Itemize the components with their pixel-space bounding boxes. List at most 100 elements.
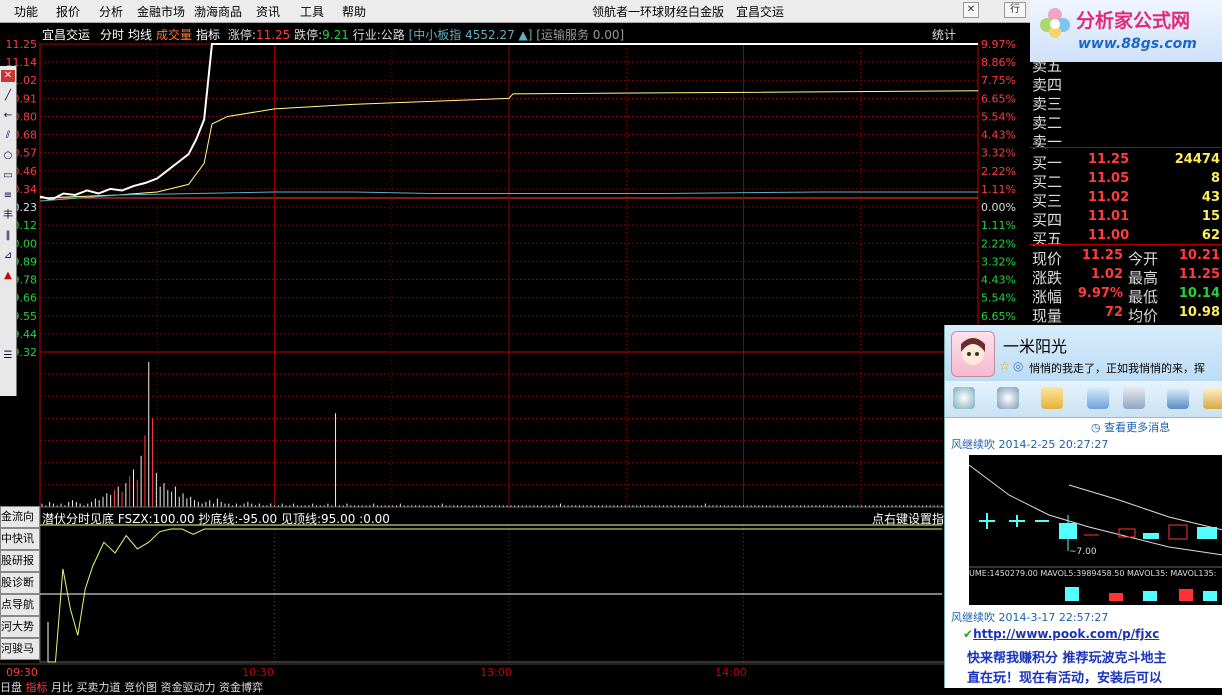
drawing-toolbar: ✕ ╱ ← ⫽ ○ ▭ ≡ 丰 ‖ ⊿ ▲ ☰: [0, 66, 17, 396]
stat-value: 10.98: [1178, 305, 1220, 320]
y-tick-right: 7.75%: [981, 74, 1016, 87]
check-icon: ✔: [963, 627, 974, 641]
arrow-up-tool-icon[interactable]: ▲: [1, 270, 15, 282]
camera-icon[interactable]: [953, 387, 975, 409]
y-tick-right: 8.86%: [981, 56, 1016, 69]
circle-tool-icon[interactable]: ○: [1, 150, 15, 162]
y-tick-right: 6.65%: [981, 310, 1016, 323]
left-tab-item[interactable]: 股诊断: [0, 572, 40, 594]
x-tick: 14:00: [715, 666, 747, 679]
message-image-price: ~7.00: [1069, 547, 1097, 557]
chat-status: 悄悄的我走了，正如我悄悄的来，挥: [1029, 362, 1205, 375]
ask-label: 卖一: [1032, 133, 1063, 151]
x-tick: 10:30: [242, 666, 274, 679]
bid-volume: 8: [1210, 171, 1220, 186]
chat-contact-name: 一米阳光: [1003, 337, 1068, 356]
y-tick-right: 5.54%: [981, 292, 1016, 305]
message-header-1: 风继续吹 2014-2-25 20:27:27: [951, 438, 1109, 451]
folder-icon[interactable]: [1041, 387, 1063, 409]
list-tool-icon[interactable]: ☰: [1, 350, 15, 362]
bid-price: 11.05: [1088, 171, 1130, 186]
star-icon: ☆: [999, 359, 1010, 373]
logo-title: 分析家公式网: [1076, 10, 1191, 32]
order-book-divider: [1030, 244, 1222, 245]
message-icon[interactable]: [1087, 387, 1109, 409]
message-image-kline[interactable]: ~7.00 UME:1450279.00 MAVOL5:3989458.50 M…: [969, 455, 1222, 605]
chat-header: 一米阳光 ☆ ◎ 悄悄的我走了，正如我悄悄的来，挥: [945, 325, 1222, 381]
y-tick-right: 1.11%: [981, 183, 1016, 196]
y-tick-right: 4.43%: [981, 129, 1016, 142]
ask-label: 卖四: [1032, 76, 1063, 94]
text-tool-icon[interactable]: 丰: [1, 210, 15, 222]
stat-label: 现量: [1032, 307, 1063, 325]
intraday-chart[interactable]: 11.2511.1411.0210.9110.8010.6810.5710.46…: [0, 0, 1030, 688]
ray-tool-icon[interactable]: ←: [1, 110, 15, 122]
remote-icon[interactable]: [1167, 387, 1189, 409]
stat-label: 现价: [1032, 250, 1063, 268]
bottom-tabs: 日盘 指标 月比 买卖力道 竞价图 资金驱动力 资金博弈: [0, 679, 263, 695]
order-book-divider: [1030, 147, 1222, 148]
stat-value: 10.21: [1178, 248, 1220, 263]
parallel-tool-icon[interactable]: ⫽: [1, 130, 15, 142]
message-image-vol-label: UME:1450279.00 MAVOL5:3989458.50 MAVOL35…: [969, 569, 1217, 578]
message-link-2[interactable]: ✔http://www.pook.com/p/fjxc: [963, 627, 1159, 641]
ask-label: 卖二: [1032, 114, 1063, 132]
stat-value: 9.97%: [1077, 286, 1123, 301]
chat-toolbar: [945, 381, 1222, 418]
avatar[interactable]: [951, 331, 995, 377]
app-icon[interactable]: [1203, 387, 1222, 409]
stat-value: 1.02: [1090, 267, 1123, 282]
left-tab-item[interactable]: 河大势: [0, 616, 40, 638]
mic-icon: ◎: [1013, 359, 1024, 373]
flower-logo-icon: [1040, 8, 1070, 38]
left-tab-item[interactable]: 股研报: [0, 550, 40, 572]
y-tick-right: 2.22%: [981, 237, 1016, 250]
bid-volume: 62: [1201, 228, 1220, 243]
bid-label: 买一: [1032, 154, 1063, 172]
left-tab-item[interactable]: 中快讯: [0, 528, 40, 550]
stat-label: 最低: [1128, 288, 1159, 306]
y-tick-right: 5.54%: [981, 110, 1016, 123]
y-tick-right: 1.11%: [981, 219, 1016, 232]
screen-share-icon[interactable]: [1123, 387, 1145, 409]
stat-label: 涨幅: [1032, 288, 1063, 306]
y-tick-right: 4.43%: [981, 274, 1016, 287]
y-tick-right: 2.22%: [981, 165, 1016, 178]
stat-label: 涨跌: [1032, 269, 1063, 287]
bid-label: 买三: [1032, 192, 1063, 210]
indicator-title: 潜伏分时见底 FSZX:100.00 抄底线:-95.00 见顶线:95.00 …: [42, 512, 390, 526]
stat-label: 均价: [1128, 307, 1159, 325]
y-tick-right: 9.97%: [981, 38, 1016, 51]
message-line-3: 直在玩！现在有活动，安装后可以: [967, 671, 1163, 686]
stat-value: 11.25: [1081, 248, 1123, 263]
fib-tool-icon[interactable]: ≡: [1, 190, 15, 202]
vline-tool-icon[interactable]: ‖: [1, 230, 15, 242]
line-tool-icon[interactable]: ╱: [1, 90, 15, 102]
bid-volume: 43: [1201, 190, 1220, 205]
bid-label: 买四: [1032, 211, 1063, 229]
more-messages-link[interactable]: ◷ 查看更多消息: [1091, 419, 1170, 435]
ask-label: 卖五: [1032, 57, 1063, 75]
rect-tool-icon[interactable]: ▭: [1, 170, 15, 182]
x-tick: 09:30: [6, 666, 38, 679]
bid-price: 11.01: [1088, 209, 1130, 224]
chat-window: 一米阳光 ☆ ◎ 悄悄的我走了，正如我悄悄的来，挥 ◷ 查看更多消息 风继续吹 …: [944, 325, 1222, 688]
close-icon[interactable]: ✕: [1, 70, 15, 82]
message-url[interactable]: http://www.pook.com/p/fjxc: [973, 627, 1159, 641]
ask-label: 卖三: [1032, 95, 1063, 113]
bid-label: 买五: [1032, 230, 1063, 248]
left-tab-item[interactable]: 金流向: [0, 506, 40, 528]
more-messages-text: 查看更多消息: [1104, 421, 1171, 434]
stat-value: 10.14: [1178, 286, 1220, 301]
stat-value: 72: [1104, 305, 1123, 320]
stat-value: 11.25: [1178, 267, 1220, 282]
indicator-line: [48, 528, 942, 663]
left-tab-item[interactable]: 点导航: [0, 594, 40, 616]
indicator-settings-hint[interactable]: 点右键设置指: [872, 510, 944, 527]
left-tab-item[interactable]: 河骏马: [0, 638, 40, 660]
voice-icon[interactable]: [997, 387, 1019, 409]
stat-label: 今开: [1128, 250, 1159, 268]
gann-tool-icon[interactable]: ⊿: [1, 250, 15, 262]
bid-price: 11.02: [1088, 190, 1130, 205]
y-tick-right: 0.00%: [981, 201, 1016, 214]
